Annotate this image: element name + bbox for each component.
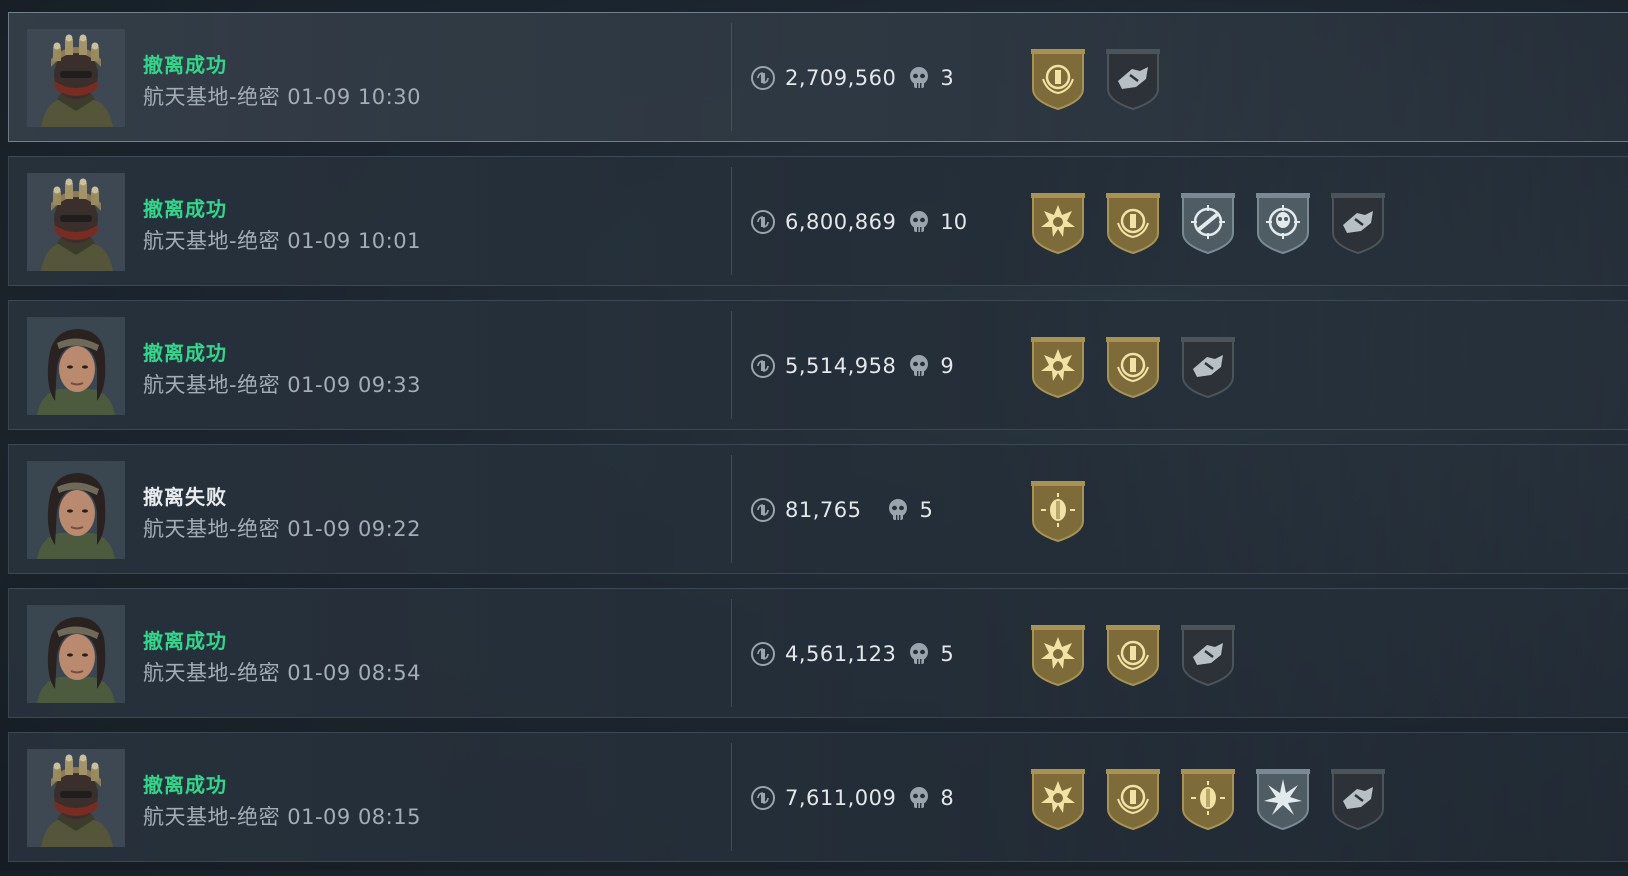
skull-icon <box>908 642 930 666</box>
match-row[interactable]: 撤离成功 航天基地-绝密 01-09 10:30 2,709,560 3 <box>8 12 1628 142</box>
gold-head-target-badge[interactable] <box>1177 765 1239 831</box>
gold-sunburst-badge[interactable] <box>1027 621 1089 687</box>
skull-icon <box>908 210 930 234</box>
extraction-value: 5,514,958 <box>785 354 897 378</box>
gold-head-target-badge[interactable] <box>1027 477 1089 543</box>
map-and-time: 航天基地-绝密 01-09 09:33 <box>143 373 421 397</box>
extraction-status: 撤离失败 <box>143 485 227 509</box>
gold-sunburst-badge[interactable] <box>1027 765 1089 831</box>
medal-list <box>1027 621 1252 687</box>
match-row[interactable]: 撤离成功 航天基地-绝密 01-09 08:15 7,611,009 8 <box>8 732 1628 862</box>
map-and-time: 航天基地-绝密 01-09 10:30 <box>143 85 421 109</box>
gold-wreath-badge[interactable] <box>1102 765 1164 831</box>
kill-count: 3 <box>940 66 954 90</box>
kill-count: 10 <box>940 210 968 234</box>
extraction-status: 撤离成功 <box>143 629 227 653</box>
extraction-status: 撤离成功 <box>143 341 227 365</box>
gold-wreath-badge[interactable] <box>1102 189 1164 255</box>
skull-icon <box>908 66 930 90</box>
skull-icon <box>908 786 930 810</box>
match-row[interactable]: 撤离成功 航天基地-绝密 01-09 09:33 5,514,958 9 <box>8 300 1628 430</box>
row-divider <box>731 311 732 419</box>
row-divider <box>731 167 732 275</box>
row-divider <box>731 743 732 851</box>
currency-icon <box>751 498 775 522</box>
match-row[interactable]: 撤离失败 航天基地-绝密 01-09 09:22 81,765 5 <box>8 444 1628 574</box>
gold-wreath-badge[interactable] <box>1102 333 1164 399</box>
silver-crosshair-rifle-badge[interactable] <box>1177 189 1239 255</box>
currency-icon <box>751 642 775 666</box>
skull-icon <box>887 498 909 522</box>
match-stats: 5,514,958 9 <box>751 349 954 383</box>
extraction-status: 撤离成功 <box>143 53 227 77</box>
currency-icon <box>751 210 775 234</box>
operator-avatar <box>27 173 125 271</box>
gray-vault-badge[interactable] <box>1327 189 1389 255</box>
gold-wreath-badge[interactable] <box>1102 621 1164 687</box>
kill-count: 8 <box>940 786 954 810</box>
silver-crosshair-skull-badge[interactable] <box>1252 189 1314 255</box>
gold-sunburst-badge[interactable] <box>1027 333 1089 399</box>
match-stats: 7,611,009 8 <box>751 781 954 815</box>
map-and-time: 航天基地-绝密 01-09 09:22 <box>143 517 421 541</box>
currency-icon <box>751 786 775 810</box>
extraction-value: 4,561,123 <box>785 642 897 666</box>
medal-list <box>1027 189 1402 255</box>
medal-list <box>1027 45 1177 111</box>
operator-avatar <box>27 29 125 127</box>
extraction-value: 2,709,560 <box>785 66 897 90</box>
extraction-value: 6,800,869 <box>785 210 897 234</box>
silver-burst-badge[interactable] <box>1252 765 1314 831</box>
gold-sunburst-badge[interactable] <box>1027 189 1089 255</box>
extraction-status: 撤离成功 <box>143 773 227 797</box>
match-history-list: 撤离成功 航天基地-绝密 01-09 10:30 2,709,560 3 撤离成… <box>8 12 1628 876</box>
match-stats: 4,561,123 5 <box>751 637 954 671</box>
currency-icon <box>751 66 775 90</box>
extraction-value: 7,611,009 <box>785 786 897 810</box>
match-row[interactable]: 撤离成功 航天基地-绝密 01-09 10:01 6,800,869 10 <box>8 156 1628 286</box>
kill-count: 5 <box>940 642 954 666</box>
map-and-time: 航天基地-绝密 01-09 10:01 <box>143 229 421 253</box>
match-stats: 81,765 5 <box>751 493 933 527</box>
operator-avatar <box>27 749 125 847</box>
kill-count: 9 <box>940 354 954 378</box>
medal-list <box>1027 765 1402 831</box>
gold-wreath-badge[interactable] <box>1027 45 1089 111</box>
operator-avatar <box>27 605 125 703</box>
match-row[interactable]: 撤离成功 航天基地-绝密 01-09 08:54 4,561,123 5 <box>8 588 1628 718</box>
gray-vault-badge[interactable] <box>1177 621 1239 687</box>
skull-icon <box>908 354 930 378</box>
extraction-status: 撤离成功 <box>143 197 227 221</box>
row-divider <box>731 455 732 563</box>
map-and-time: 航天基地-绝密 01-09 08:15 <box>143 805 421 829</box>
map-and-time: 航天基地-绝密 01-09 08:54 <box>143 661 421 685</box>
extraction-value: 81,765 <box>785 498 862 522</box>
medal-list <box>1027 477 1102 543</box>
gray-vault-badge[interactable] <box>1327 765 1389 831</box>
operator-avatar <box>27 461 125 559</box>
match-stats: 6,800,869 10 <box>751 205 967 239</box>
match-stats: 2,709,560 3 <box>751 61 954 95</box>
kill-count: 5 <box>919 498 933 522</box>
medal-list <box>1027 333 1252 399</box>
operator-avatar <box>27 317 125 415</box>
gray-vault-badge[interactable] <box>1177 333 1239 399</box>
gray-vault-badge[interactable] <box>1102 45 1164 111</box>
row-divider <box>731 599 732 707</box>
currency-icon <box>751 354 775 378</box>
row-divider <box>731 23 732 131</box>
